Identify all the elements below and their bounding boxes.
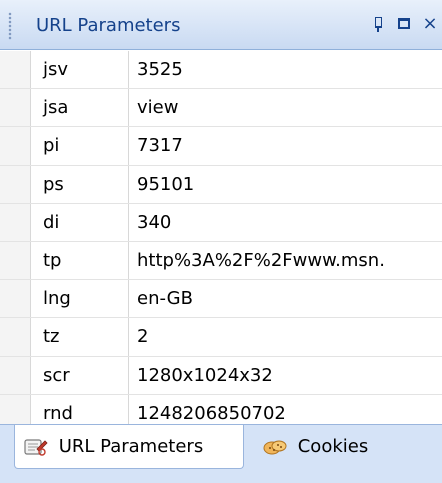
row-gutter: [0, 165, 31, 204]
close-button[interactable]: ×: [418, 10, 442, 38]
url-parameters-icon: [23, 437, 49, 457]
cookies-icon: [262, 437, 288, 457]
table-row[interactable]: tp http%3A%2F%2Fwww.msn.: [0, 241, 442, 281]
table-row[interactable]: lng en-GB: [0, 279, 442, 319]
table-row[interactable]: tz 2: [0, 317, 442, 357]
param-key: pi: [30, 126, 129, 166]
panel-title: URL Parameters: [36, 15, 181, 36]
param-key: jsa: [30, 88, 129, 128]
row-gutter: [0, 241, 31, 281]
param-value[interactable]: 2: [128, 317, 442, 357]
table-row[interactable]: jsv 3525: [0, 51, 442, 90]
row-gutter: [0, 88, 31, 128]
tab-cookies[interactable]: Cookies: [262, 425, 412, 469]
table-row[interactable]: ps 95101: [0, 165, 442, 204]
table-row[interactable]: jsa view: [0, 88, 442, 128]
row-gutter: [0, 51, 31, 90]
tab-label: Cookies: [297, 436, 369, 457]
parameters-grid: jsv 3525 jsa view pi 7317 ps 95101 di 34…: [0, 51, 442, 433]
drag-grip-icon[interactable]: [8, 12, 12, 40]
param-value[interactable]: 95101: [128, 165, 442, 204]
row-gutter: [0, 203, 31, 242]
table-row[interactable]: di 340: [0, 203, 442, 242]
maximize-icon: [398, 18, 410, 29]
row-gutter: [0, 279, 31, 319]
param-value[interactable]: en-GB: [128, 279, 442, 319]
table-row[interactable]: pi 7317: [0, 126, 442, 166]
close-icon: ×: [422, 13, 438, 34]
table-row[interactable]: scr 1280x1024x32: [0, 356, 442, 395]
param-value[interactable]: http%3A%2F%2Fwww.msn.: [128, 241, 442, 281]
param-key: di: [30, 203, 129, 242]
panel-tab-bar: URL Parameters Cookies: [0, 424, 442, 483]
param-key: jsv: [30, 51, 129, 90]
tab-url-parameters[interactable]: URL Parameters: [14, 425, 244, 469]
param-value[interactable]: 1280x1024x32: [128, 356, 442, 395]
pin-icon: [373, 17, 383, 32]
panel-header: URL Parameters ×: [0, 0, 442, 50]
param-key: tp: [30, 241, 129, 281]
maximize-button[interactable]: [392, 10, 416, 38]
tab-label: URL Parameters: [58, 436, 204, 457]
param-value[interactable]: 3525: [128, 51, 442, 90]
param-key: tz: [30, 317, 129, 357]
param-value[interactable]: 7317: [128, 126, 442, 166]
pin-button[interactable]: [366, 10, 390, 38]
param-key: lng: [30, 279, 129, 319]
param-key: scr: [30, 356, 129, 395]
row-gutter: [0, 126, 31, 166]
param-value[interactable]: view: [128, 88, 442, 128]
param-key: ps: [30, 165, 129, 204]
row-gutter: [0, 317, 31, 357]
row-gutter: [0, 356, 31, 395]
url-parameters-panel: URL Parameters × jsv 3525 jsa view pi 73…: [0, 0, 442, 483]
param-value[interactable]: 340: [128, 203, 442, 242]
